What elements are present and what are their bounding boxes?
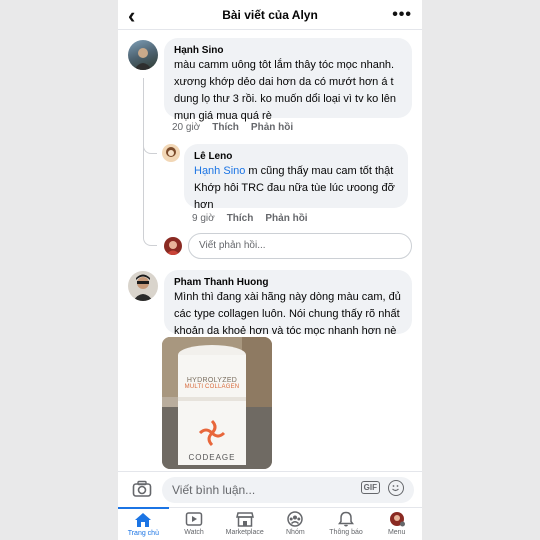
home-icon [135,513,152,527]
avatar[interactable] [128,40,158,70]
more-dots-icon[interactable]: ••• [392,6,412,24]
page-title: Bài viết của Alyn [222,7,318,22]
comment-text: Hạnh Sino m cũng thấy mau cam tốt thật K… [194,163,398,214]
tab-menu[interactable]: Menu [371,508,422,540]
tab-home[interactable]: Trang chủ [118,507,169,540]
mention-link[interactable]: Hạnh Sino [194,165,245,177]
thread-line [143,236,157,246]
tab-label: Marketplace [225,529,264,536]
comment-author[interactable]: Lê Leno [194,150,398,163]
groups-icon [287,511,304,527]
tab-watch[interactable]: Watch [169,508,220,540]
comment-photo[interactable]: HYDROLYZED MULTI COLLAGEN CODEAGE [162,337,272,469]
tab-marketplace[interactable]: Marketplace [219,508,270,540]
comment-bubble: Pham Thanh Huong Mình thì đang xài hãng … [164,270,412,337]
avatar[interactable] [162,144,180,162]
comment-text: màu camm uông tôt lắm thây tóc mọc nhanh… [174,59,396,122]
thread-line [143,78,144,238]
comment-actions: 20 giờ Thích Phản hồi [172,122,293,133]
watch-icon [185,512,203,526]
comment-composer: Viết bình luận... GIF [118,471,422,507]
avatar [164,237,182,255]
brand-logo [196,417,228,449]
like-button[interactable]: Thích [212,122,239,133]
tab-label: Menu [387,529,406,536]
avatar[interactable] [128,271,158,301]
marketplace-icon [235,512,254,527]
tab-label: Nhóm [286,529,305,536]
camera-icon[interactable] [132,480,152,498]
tab-label: Thông báo [329,529,363,536]
comment-time: 20 giờ [172,122,201,133]
bottom-tab-bar: Trang chủ Watch Marketplace Nhóm Thông b… [118,507,422,540]
tab-notifications[interactable]: Thông báo [321,508,372,540]
comment-time: 9 giờ [192,213,215,224]
reply-button[interactable]: Phản hồi [251,122,293,133]
photo-label: HYDROLYZED MULTI COLLAGEN [182,377,242,390]
reply-button[interactable]: Phản hồi [265,213,307,224]
post-screen: ‹ Bài viết của Alyn ••• Hạnh Sino màu ca… [118,0,422,540]
tab-label: Watch [184,529,204,536]
reply-input[interactable]: Viết phản hồi... [188,233,412,259]
comment-bubble: Hạnh Sino màu camm uông tôt lắm thây tóc… [164,38,412,122]
top-bar: ‹ Bài viết của Alyn ••• [118,0,422,30]
comment-author[interactable]: Hạnh Sino [174,44,402,57]
photo-label-line1: HYDROLYZED [186,377,238,384]
comment-actions: 9 giờ Thích Phản hồi [192,213,308,224]
emoji-icon[interactable] [388,480,404,496]
photo-brand: CODEAGE [188,453,236,462]
photo-label-line2: MULTI COLLAGEN [184,384,240,390]
gif-button[interactable]: GIF [360,481,380,494]
reply-bubble: Lê Leno Hạnh Sino m cũng thấy mau cam tố… [184,144,408,211]
menu-avatar-icon [389,512,405,527]
bell-icon [338,511,355,527]
tab-label: Trang chủ [127,530,159,537]
comment-author[interactable]: Pham Thanh Huong [174,276,402,289]
back-chevron-icon[interactable]: ‹ [128,3,135,29]
tab-groups[interactable]: Nhóm [270,508,321,540]
comment-text: Mình thì đang xài hãng này dòng màu cam,… [174,291,401,337]
like-button[interactable]: Thích [227,213,254,224]
thread-line [143,144,157,154]
